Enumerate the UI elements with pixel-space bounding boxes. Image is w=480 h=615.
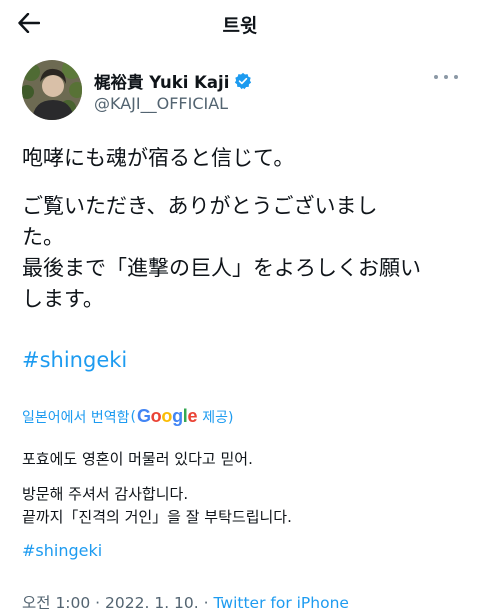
translated-from-label: 일본어에서 번역함 (22, 409, 130, 426)
more-options-button[interactable] (434, 70, 458, 84)
more-dot-icon (454, 75, 458, 79)
open-paren: ( (130, 408, 136, 425)
tweet-line: た。 (22, 225, 64, 249)
translated-hashtag-link[interactable]: #shingeki (22, 541, 102, 560)
tweet-line: ご覧いただき、ありがとうございまし (22, 194, 378, 218)
avatar-image (22, 60, 82, 120)
tweet-text: 咆哮にも魂が宿ると信じて。 ご覧いただき、ありがとうございまし た。 最後まで「… (22, 143, 462, 315)
tweet-source-link[interactable]: Twitter for iPhone (214, 594, 349, 612)
tweet-line: 咆哮にも魂が宿ると信じて。 (22, 146, 295, 170)
translated-text: 포효에도 영혼이 머물러 있다고 믿어. 방문해 주셔서 감사합니다. 끝까지「… (22, 448, 462, 529)
display-name[interactable]: 梶裕貴 Yuki Kaji (94, 69, 229, 93)
translated-line: 끝까지「진격의 거인」을 잘 부탁드립니다. (22, 508, 292, 526)
tweet-timestamp[interactable]: 오전 1:00 · 2022. 1. 10. · (22, 594, 209, 612)
name-row: 梶裕貴 Yuki Kaji (94, 69, 252, 93)
translated-line: 포효에도 영혼이 머물러 있다고 믿어. (22, 450, 253, 468)
tweet-author: 梶裕貴 Yuki Kaji @KAJI__OFFICIAL (22, 58, 462, 122)
tweet-meta: 오전 1:00 · 2022. 1. 10. · Twitter for iPh… (22, 591, 349, 613)
more-dot-icon (444, 75, 448, 79)
translated-line: 방문해 주셔서 감사합니다. (22, 485, 189, 503)
tweet-line: 最後まで「進撃の巨人」をよろしくお願い (22, 256, 421, 280)
page-title: 트윗 (222, 15, 258, 37)
user-handle[interactable]: @KAJI__OFFICIAL (94, 94, 228, 113)
top-bar: 트윗 (0, 0, 480, 46)
provided-label: 제공) (202, 409, 234, 426)
tweet-line: します。 (22, 287, 104, 311)
avatar[interactable] (22, 60, 82, 120)
verified-badge-icon (235, 72, 252, 90)
more-dot-icon (434, 75, 438, 79)
google-logo: Google (136, 406, 198, 426)
hashtag-link[interactable]: #shingeki (22, 348, 127, 372)
translation-attribution[interactable]: 일본어에서 번역함 ( Google 제공) (22, 406, 233, 427)
